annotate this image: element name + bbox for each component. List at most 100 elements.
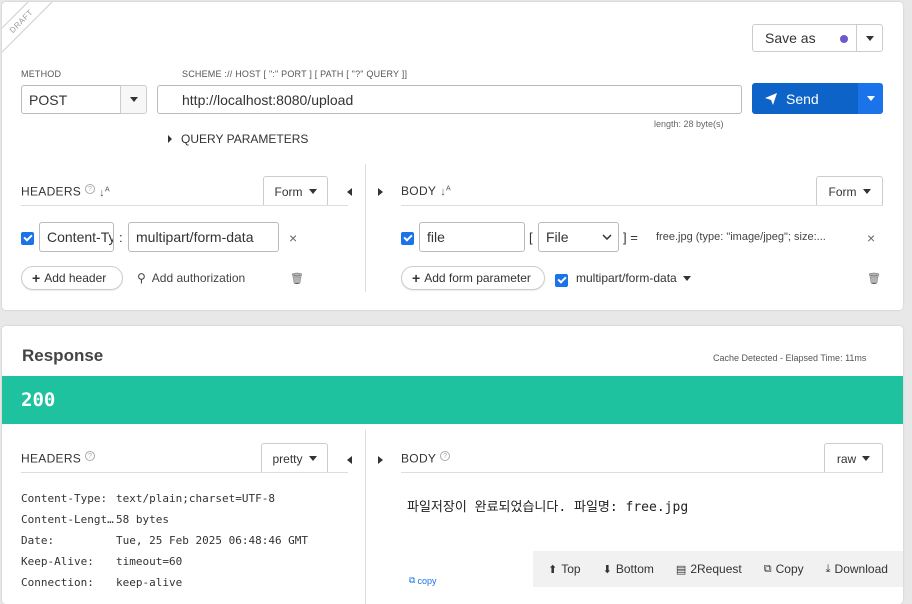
caret-right-icon xyxy=(378,188,383,196)
help-icon[interactable]: ? xyxy=(85,451,96,461)
cache-info: Cache Detected - Elapsed Time: 11ms xyxy=(713,353,867,363)
plus-icon: + xyxy=(412,270,421,286)
response-header-value: Tue, 25 Feb 2025 06:48:46 GMT xyxy=(116,534,309,547)
response-header-value: text/plain;charset=UTF-8 xyxy=(116,492,275,505)
response-body-title: BODY? xyxy=(401,451,451,466)
collapse-right-button[interactable] xyxy=(378,185,383,199)
download-label: Download xyxy=(834,562,888,576)
save-as-button[interactable]: Save as xyxy=(752,24,857,52)
scroll-bottom-label: Bottom xyxy=(615,562,654,576)
body-format-dropdown[interactable]: Form xyxy=(816,176,883,206)
encoding-dropdown[interactable]: multipart/form-data xyxy=(576,271,691,285)
response-headers-title-text: HEADERS xyxy=(21,451,82,466)
add-header-label: Add header xyxy=(44,271,107,285)
copy-link[interactable]: ⧉ copy xyxy=(409,575,436,586)
query-parameters-toggle[interactable]: QUERY PARAMETERS xyxy=(168,132,308,146)
response-body-format-dropdown[interactable]: raw xyxy=(824,443,883,473)
headers-format-dropdown[interactable]: Form xyxy=(263,176,328,206)
scroll-bottom-button[interactable]: ⬇ Bottom xyxy=(603,562,654,576)
url-format-label: SCHEME :// HOST [ ":" PORT ] [ PATH [ "?… xyxy=(182,69,408,79)
sort-icon[interactable]: ↓A xyxy=(99,186,110,199)
body-param-type-select[interactable]: File xyxy=(538,222,619,252)
response-header-row: Content-Length: 58 bytes xyxy=(21,513,169,526)
response-header-row: Date: Tue, 25 Feb 2025 06:48:46 GMT xyxy=(21,534,308,547)
paper-plane-icon xyxy=(765,92,777,105)
chevron-down-icon xyxy=(865,35,874,41)
caret-right-icon xyxy=(168,135,172,143)
response-header-value: keep-alive xyxy=(116,576,183,589)
send-button[interactable]: Send xyxy=(752,83,858,114)
copy-label: Copy xyxy=(775,562,804,576)
body-param-enabled-checkbox[interactable] xyxy=(401,232,414,245)
chevron-down-icon xyxy=(862,456,871,461)
scroll-top-button[interactable]: ⬆ Top xyxy=(548,562,581,576)
response-header-key: Connection: xyxy=(21,576,94,589)
caret-right-icon xyxy=(378,456,383,464)
caret-left-icon xyxy=(347,188,352,196)
header-key-input[interactable]: Content-Type xyxy=(39,222,114,252)
copy-button[interactable]: ⧉ Copy xyxy=(764,562,804,576)
chevron-down-icon xyxy=(308,456,317,461)
send-label: Send xyxy=(786,90,819,107)
help-icon[interactable]: ? xyxy=(440,451,451,461)
header-value-input[interactable]: multipart/form-data xyxy=(128,222,279,252)
add-form-parameter-button[interactable]: + Add form parameter xyxy=(401,266,545,290)
key-icon: ⚲ xyxy=(137,271,146,285)
collapse-left-button[interactable] xyxy=(347,185,352,199)
multipart-checkbox[interactable] xyxy=(555,274,568,287)
send-dropdown-button[interactable] xyxy=(858,83,883,114)
panel-splitter[interactable] xyxy=(365,164,366,292)
response-panel-splitter[interactable] xyxy=(365,430,366,604)
status-bar: 200 xyxy=(2,376,903,424)
method-select[interactable]: POST xyxy=(21,85,121,114)
status-code: 200 xyxy=(21,389,56,411)
add-authorization-link[interactable]: ⚲ Add authorization xyxy=(137,271,245,285)
chevron-down-icon xyxy=(866,96,875,101)
to-request-label: 2Request xyxy=(690,562,742,576)
request-icon: ▤ xyxy=(675,563,687,576)
response-header-value: 58 bytes xyxy=(116,513,169,526)
trash-icon[interactable]: 🗑 xyxy=(867,272,881,285)
bracket-close: ] = xyxy=(623,230,638,245)
response-headers-format-label: pretty xyxy=(272,451,303,466)
chevron-down-icon xyxy=(129,97,138,102)
add-authorization-label: Add authorization xyxy=(151,271,246,285)
add-header-button[interactable]: + Add header xyxy=(21,266,123,290)
header-enabled-checkbox[interactable] xyxy=(21,232,34,245)
to-request-button[interactable]: ▤ 2Request xyxy=(676,562,742,576)
response-collapse-left-button[interactable] xyxy=(347,453,352,467)
download-button[interactable]: ⤓ Download xyxy=(826,562,888,576)
request-body-title: BODY ↓A xyxy=(401,184,451,198)
body-param-type-label: File xyxy=(546,229,569,245)
method-dropdown-button[interactable] xyxy=(120,85,147,114)
copy-link-label: copy xyxy=(417,575,437,586)
request-panel: DRAFT Save as METHOD POST SCHEME :// HOS… xyxy=(2,2,903,310)
add-form-parameter-label: Add form parameter xyxy=(424,271,531,285)
response-body-format-label: raw xyxy=(836,451,857,466)
request-headers-title: HEADERS? ↓A xyxy=(21,184,110,199)
response-toolbar: ⬆ Top ⬇ Bottom ▤ 2Request ⧉ Copy ⤓ Download xyxy=(533,551,903,587)
copy-icon: ⧉ xyxy=(763,562,772,575)
response-header-row: Content-Type: text/plain;charset=UTF-8 xyxy=(21,492,275,505)
body-divider xyxy=(401,205,883,206)
remove-header-icon[interactable]: × xyxy=(289,230,297,246)
response-collapse-right-button[interactable] xyxy=(378,453,383,467)
save-as-dropdown-button[interactable] xyxy=(856,24,883,52)
response-header-key: Date: xyxy=(21,534,55,547)
remove-body-param-icon[interactable]: × xyxy=(867,230,875,246)
method-label: METHOD xyxy=(21,69,62,79)
body-param-name-input[interactable]: file xyxy=(419,222,525,252)
arrow-down-circle-icon: ⬇ xyxy=(602,563,612,576)
unsaved-dot-icon xyxy=(840,35,848,43)
trash-icon[interactable]: 🗑 xyxy=(290,272,304,285)
headers-divider xyxy=(21,205,348,206)
chevron-down-icon xyxy=(602,234,612,240)
sort-icon[interactable]: ↓A xyxy=(440,185,451,198)
url-input[interactable]: http://localhost:8080/upload xyxy=(157,85,742,114)
copy-icon: ⧉ xyxy=(409,575,416,585)
body-param-file-value: free.jpg (type: "image/jpeg"; size:... xyxy=(656,231,826,243)
request-headers-title-text: HEADERS xyxy=(21,184,82,199)
response-headers-format-dropdown[interactable]: pretty xyxy=(261,443,328,473)
help-icon[interactable]: ? xyxy=(85,184,96,194)
header-separator: : xyxy=(119,230,123,245)
